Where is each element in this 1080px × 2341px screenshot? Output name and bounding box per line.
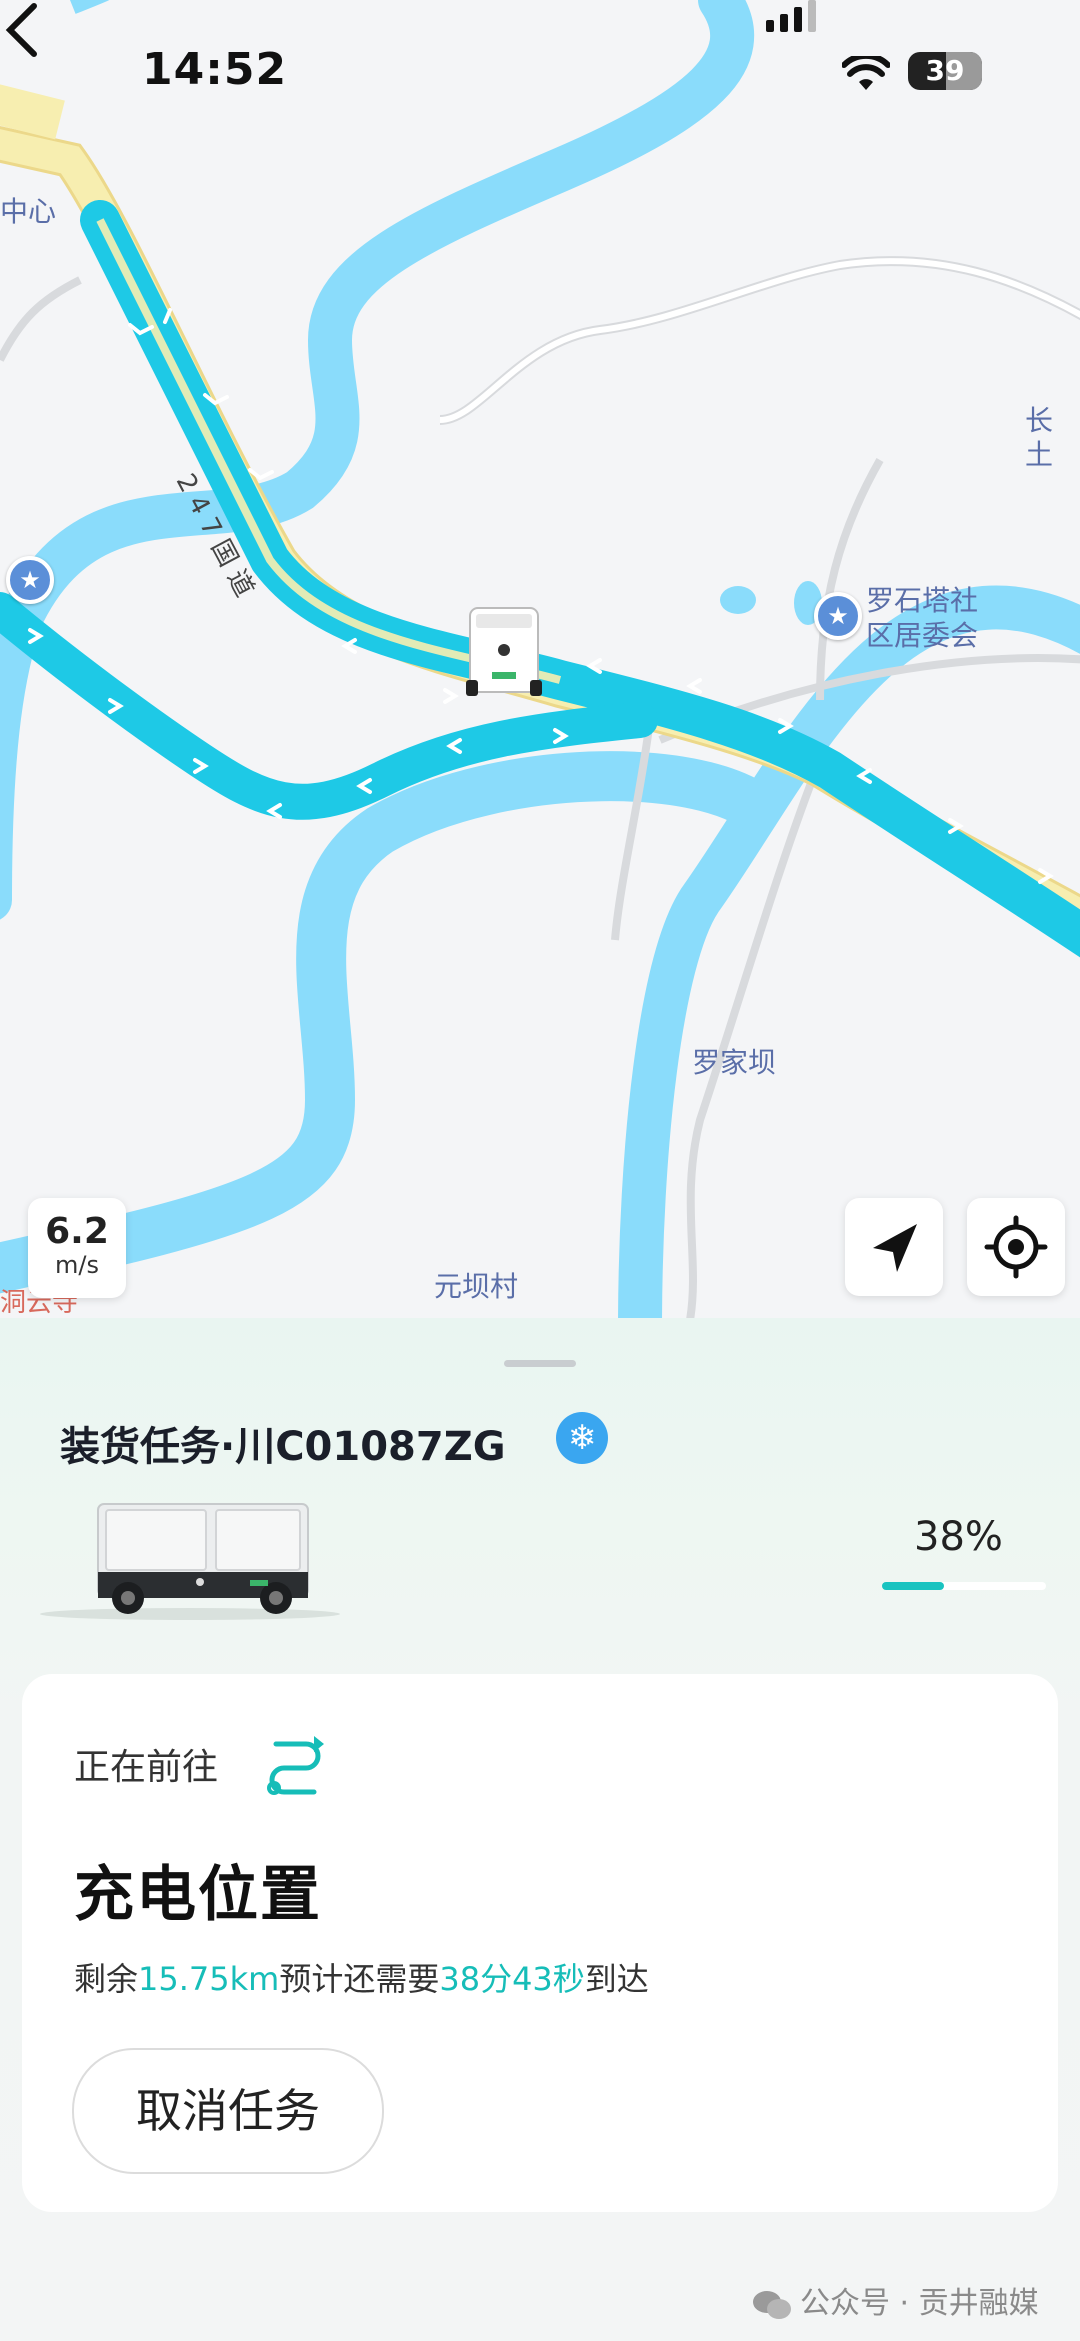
poi-star-icon[interactable]: ★ [6, 556, 54, 604]
battery-progress-bar [882, 1582, 1046, 1590]
place-label: 罗石塔社 [866, 584, 979, 617]
going-label: 正在前往 [74, 1747, 219, 1788]
route-icon [267, 1736, 324, 1795]
wechat-icon [753, 2290, 791, 2319]
snowflake-icon: ❄ [556, 1412, 608, 1464]
place-label: 中心 [0, 195, 57, 228]
status-bar: 14:52 39 [0, 0, 1080, 140]
task-title: 装货任务·川C01087ZG [60, 1424, 506, 1470]
map-view[interactable]: 14:52 39 中心 长土 罗石塔社 区居委会 罗家坝 元坝村 洞云寺 2 4… [0, 0, 1080, 1318]
navigation-arrow-icon [873, 1224, 917, 1272]
wifi-icon [842, 56, 890, 90]
speed-indicator: 6.2 m/s [28, 1198, 126, 1298]
speed-value: 6.2 [45, 1211, 109, 1252]
poi-star-icon[interactable]: ★ [814, 592, 862, 640]
vehicle-marker [466, 607, 542, 696]
eta-text: 剩余15.75km预计还需要38分43秒到达 [74, 1960, 649, 1998]
sheet-drag-handle[interactable] [504, 1360, 576, 1367]
place-label: 罗家坝 [692, 1046, 777, 1079]
battery-progress-fill [882, 1582, 945, 1590]
map-canvas [0, 0, 1080, 1318]
destination-name: 充电位置 [74, 1860, 322, 1930]
remaining-time: 38分43秒 [439, 1960, 585, 1998]
cellular-signal-icon [766, 0, 816, 32]
locate-me-button[interactable] [967, 1198, 1065, 1296]
speed-unit: m/s [55, 1251, 99, 1279]
back-chevron-icon[interactable] [0, 0, 50, 60]
watermark: 公众号 · 贡井融媒 [752, 2278, 1039, 2322]
status-time: 14:52 [142, 44, 288, 95]
navigation-mode-button[interactable] [845, 1198, 943, 1296]
cancel-task-button[interactable]: 取消任务 [72, 2048, 384, 2174]
destination-card: 正在前往 充电位置 剩余15.75km预计还需要38分43秒到达 取消任务 [22, 1674, 1058, 2212]
locate-target-icon [984, 1215, 1048, 1279]
battery-indicator: 39 [908, 52, 982, 90]
place-label: 区居委会 [866, 619, 979, 652]
vehicle-image [40, 1503, 340, 1620]
place-label: 元坝村 [434, 1270, 519, 1303]
place-label: 长土 [1025, 404, 1054, 471]
remaining-distance: 15.75km [138, 1960, 280, 1998]
battery-percent: 38% [914, 1514, 1003, 1560]
